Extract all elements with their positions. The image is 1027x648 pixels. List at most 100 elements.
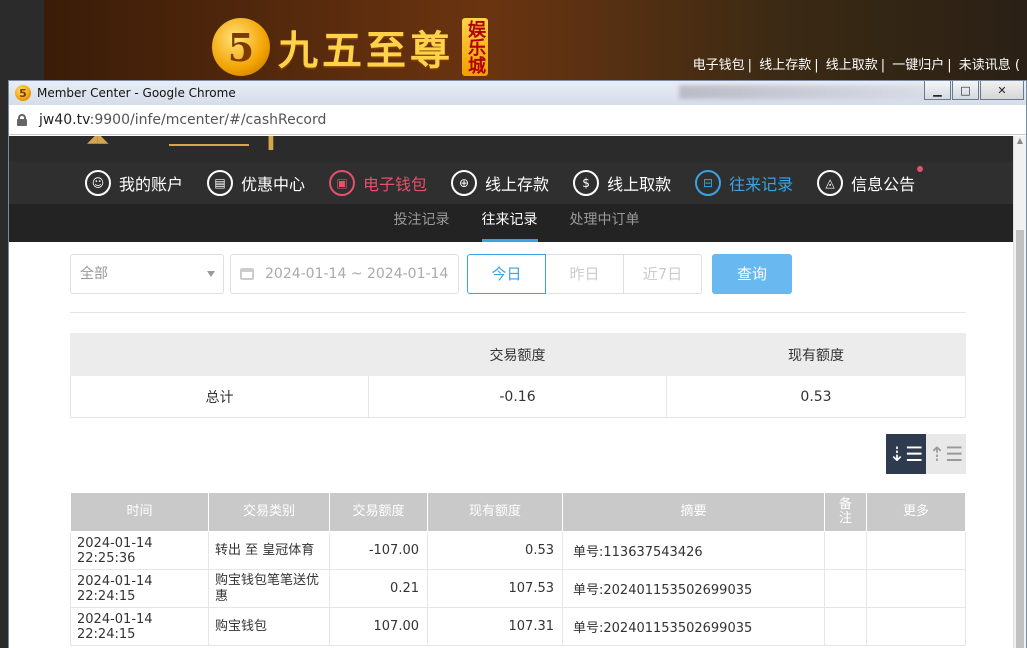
scroll-thumb[interactable] [1016,230,1024,648]
period-yesterday[interactable]: 昨日 [545,254,624,294]
records-table: 时间 交易类别 交易额度 现有额度 摘要 备注 更多 2024-01-14 22… [70,492,966,646]
summary-table: 交易额度 现有额度 总计 -0.16 0.53 [70,333,966,418]
col-more[interactable]: 更多 [866,492,966,532]
summary-amount: -0.16 [368,375,667,418]
lock-icon[interactable] [17,113,27,126]
table-row[interactable]: 2024-01-14 22:24:15 购宝钱包 107.00 107.31 单… [70,607,966,646]
tab-pending-orders[interactable]: 处理中订单 [570,209,640,242]
tab-transaction-records[interactable]: 往来记录 [481,209,538,242]
sort-controls: ⇣☰ ⇡☰ [886,434,966,474]
scroll-up-icon[interactable]: ▲ [1014,136,1026,148]
page-scrollbar[interactable]: ▲ [1013,136,1026,648]
cell-more[interactable] [866,531,966,570]
nav-label: 线上存款 [485,175,550,194]
nav-e-wallet[interactable]: ▣ 电子钱包 [329,170,427,196]
cell-note [824,569,867,608]
sub-nav: 投注记录 往来记录 处理中订单 [9,204,1014,242]
url-text[interactable]: jw40.tv:9900/infe/mcenter/#/cashRecord [39,112,326,128]
favicon-icon: 5 [15,85,31,101]
sort-asc-icon[interactable]: ⇡☰ [926,434,966,474]
nav-records[interactable]: ⊟ 往来记录 [695,170,793,196]
query-button[interactable]: 查询 [712,254,792,294]
table-row[interactable]: 2024-01-14 22:25:36 转出 至 皇冠体育 -107.00 0.… [70,531,966,570]
nav-withdraw[interactable]: $ 线上取款 [573,170,671,196]
cell-memo: 单号:202401153502699035 [562,607,825,646]
address-bar[interactable]: jw40.tv:9900/infe/mcenter/#/cashRecord [9,105,1026,135]
period-selector: 今日 昨日 近7日 [467,254,702,294]
tab-bet-records[interactable]: 投注记录 [394,209,450,242]
window-titlebar[interactable]: 5 Member Center - Google Chrome ▁ □ ✕ [9,81,1026,105]
filter-bar: 全部 2024-01-14 ~ 2024-01-14 今日 昨日 近7日 查询 [70,254,792,294]
records-header-row: 时间 交易类别 交易额度 现有额度 摘要 备注 更多 [70,492,966,532]
sort-desc-icon[interactable]: ⇣☰ [886,434,926,474]
page-content: ◢◣ ▐ ☺ 我的账户 ▤ 优惠中心 ▣ 电子钱包 ⊕ 线上存款 $ 线上取款 … [9,136,1014,648]
nav-my-account[interactable]: ☺ 我的账户 [85,170,183,196]
cell-balance: 107.31 [427,607,563,646]
wallet-icon: ▣ [329,170,356,196]
period-today[interactable]: 今日 [467,254,546,294]
col-amount[interactable]: 交易额度 [329,492,428,532]
col-type[interactable]: 交易类别 [208,492,330,532]
divider [70,312,966,313]
summary-header-balance: 现有额度 [666,333,966,376]
summary-header-row: 交易额度 现有额度 [70,333,966,376]
calendar-icon [240,268,254,280]
top-link-withdraw[interactable]: 线上取款 [826,58,878,73]
summary-row: 总计 -0.16 0.53 [70,375,966,418]
chevron-down-icon [207,271,215,277]
col-balance[interactable]: 现有额度 [427,492,563,532]
cell-amount: 107.00 [329,607,428,646]
nav-deposit[interactable]: ⊕ 线上存款 [451,170,549,196]
nav-promotions[interactable]: ▤ 优惠中心 [207,170,305,196]
chrome-window: 5 Member Center - Google Chrome ▁ □ ✕ jw… [8,80,1027,648]
records-icon: ⊟ [695,170,722,196]
cell-note [824,607,867,646]
nav-label: 往来记录 [729,175,794,194]
nav-label: 优惠中心 [241,175,306,194]
cell-more[interactable] [866,607,966,646]
cell-more[interactable] [866,569,966,608]
summary-label: 总计 [70,375,369,418]
summary-header-amount: 交易额度 [368,333,667,376]
cell-balance: 107.53 [427,569,563,608]
nav-announcements[interactable]: ◬ 信息公告 [817,166,924,196]
maximize-button[interactable]: □ [952,81,979,100]
period-last-7-days[interactable]: 近7日 [623,254,702,294]
header-decoration-tag: ▐ [264,136,274,150]
date-range-input[interactable]: 2024-01-14 ~ 2024-01-14 [230,254,459,294]
type-select[interactable]: 全部 [70,254,224,294]
col-time[interactable]: 时间 [70,492,209,532]
summary-header-blank [70,333,369,376]
window-controls: ▁ □ ✕ [923,81,1024,100]
cell-amount: -107.00 [329,531,428,570]
site-header-strip: ◢◣ ▐ [9,136,1014,162]
cell-type: 转出 至 皇冠体育 [208,531,330,570]
table-row[interactable]: 2024-01-14 22:24:15 购宝钱包笔笔送优惠 0.21 107.5… [70,569,966,608]
col-note[interactable]: 备注 [824,492,867,532]
header-decoration [169,144,249,146]
top-link-consolidate[interactable]: 一键归户 [892,58,944,73]
site-logo[interactable]: 5 九五至尊 娱乐城 [212,18,488,76]
cell-balance: 0.53 [427,531,563,570]
url-path: :9900/infe/mcenter/#/cashRecord [89,111,327,128]
top-link-wallet[interactable]: 电子钱包 [693,58,745,73]
cell-memo: 单号:202401153502699035 [562,569,825,608]
cell-note [824,531,867,570]
unread-dot [917,166,924,172]
close-button[interactable]: ✕ [980,81,1024,100]
main-nav: ☺ 我的账户 ▤ 优惠中心 ▣ 电子钱包 ⊕ 线上存款 $ 线上取款 ⊟ 往来记… [9,162,1014,204]
nav-label: 信息公告 [851,175,916,194]
blurred-background-strip [679,85,929,99]
nav-label: 电子钱包 [363,175,428,194]
logo-tag: 娱乐城 [462,18,488,76]
top-link-deposit[interactable]: 线上存款 [759,58,811,73]
col-memo[interactable]: 摘要 [562,492,825,532]
bell-icon: ◬ [817,170,844,196]
cell-time: 2024-01-14 22:25:36 [70,531,209,570]
top-link-unread[interactable]: 未读讯息 ( [959,58,1020,73]
date-range-value: 2024-01-14 ~ 2024-01-14 [265,266,449,282]
minimize-button[interactable]: ▁ [924,81,951,100]
type-select-value: 全部 [80,266,108,282]
cell-type: 购宝钱包 [208,607,330,646]
gift-icon: ▤ [207,170,234,196]
